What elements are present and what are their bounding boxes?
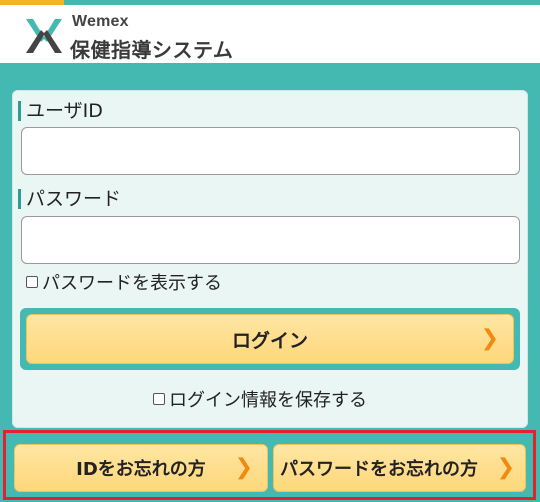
forgot-id-label: IDをお忘れの方 <box>76 459 206 480</box>
forgot-password-label: パスワードをお忘れの方 <box>280 459 478 480</box>
save-login-text: ログイン情報を保存する <box>169 390 367 411</box>
user-id-input[interactable] <box>21 127 520 175</box>
login-button[interactable]: ログイン ❯ <box>26 314 514 364</box>
forgot-password-button[interactable]: パスワードをお忘れの方 ❯ <box>273 444 526 492</box>
user-id-label: ユーザID <box>18 100 103 122</box>
app-title: 保健指導システム <box>70 38 234 62</box>
password-input[interactable] <box>21 216 520 264</box>
show-password-text: パスワードを表示する <box>42 273 222 294</box>
login-button-label: ログイン <box>231 329 308 352</box>
chevron-right-icon: ❯ <box>480 326 499 351</box>
wemex-logo-icon <box>26 19 62 53</box>
brand-name: Wemex <box>72 13 129 30</box>
forgot-id-button[interactable]: IDをお忘れの方 ❯ <box>14 444 268 492</box>
show-password-row[interactable]: パスワードを表示する <box>26 269 222 295</box>
save-login-checkbox[interactable] <box>153 393 165 405</box>
app-header: Wemex 保健指導システム <box>0 5 540 63</box>
show-password-checkbox[interactable] <box>26 276 38 288</box>
chevron-right-icon: ❯ <box>234 455 253 480</box>
save-login-row[interactable]: ログイン情報を保存する <box>153 386 367 412</box>
password-label: パスワード <box>18 188 121 210</box>
chevron-right-icon: ❯ <box>496 455 515 480</box>
